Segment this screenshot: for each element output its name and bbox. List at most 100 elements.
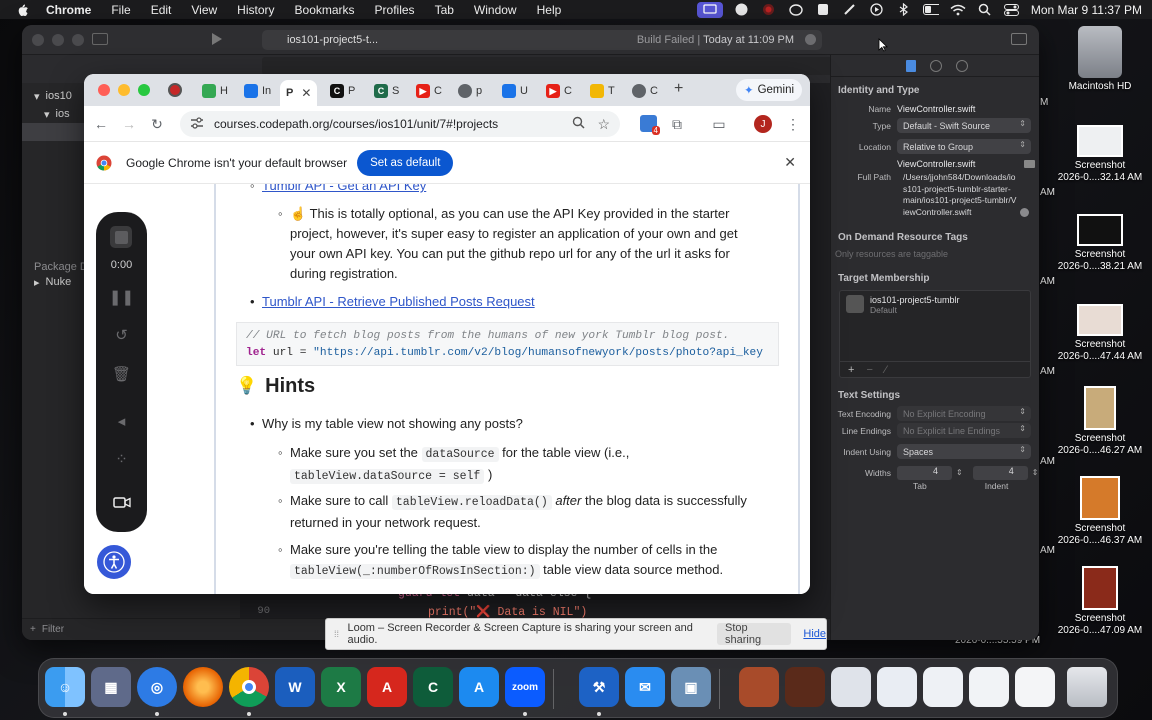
menu-app-name[interactable]: Chrome: [40, 3, 101, 17]
desktop-screenshot-6[interactable]: Screenshot 2026-0....47.09 AM: [1050, 566, 1150, 637]
menu-file[interactable]: File: [101, 3, 140, 17]
close-button[interactable]: [32, 34, 44, 46]
profile-avatar[interactable]: J: [754, 115, 772, 133]
sidebar-toggle-icon[interactable]: [92, 33, 108, 45]
dock-messages-icon[interactable]: ✉: [625, 667, 665, 707]
desktop-screenshot-4[interactable]: Screenshot 2026-0....46.27 AM: [1050, 386, 1150, 457]
folder-icon[interactable]: [1024, 159, 1035, 168]
dock-launchpad-icon[interactable]: ▦: [91, 667, 131, 707]
menu-help[interactable]: Help: [527, 3, 572, 17]
dock-excel-icon[interactable]: X: [321, 667, 361, 707]
tab[interactable]: In: [244, 80, 271, 102]
zoom-button[interactable]: [138, 84, 150, 96]
dock-finder-icon[interactable]: ☺: [45, 667, 85, 707]
name-field[interactable]: ViewController.swift: [897, 104, 1039, 114]
scheme-selector[interactable]: ios101-project5-t...: [262, 34, 378, 46]
screen-share-icon[interactable]: [696, 1, 723, 18]
accessibility-button[interactable]: [95, 543, 133, 581]
restart-button[interactable]: ↺: [96, 326, 147, 344]
drag-handle-icon[interactable]: ⁞⁞: [334, 629, 343, 639]
desktop-macintosh-hd[interactable]: Macintosh HD: [1050, 26, 1150, 93]
menu-view[interactable]: View: [181, 3, 227, 17]
dock-folder-icon[interactable]: [739, 667, 779, 707]
tab[interactable]: ▶ C: [546, 80, 572, 102]
spotlight-search-icon[interactable]: [977, 3, 993, 17]
dock-cursor-icon[interactable]: C: [413, 667, 453, 707]
reveal-arrow-icon[interactable]: [1020, 208, 1029, 217]
bookmark-star-icon[interactable]: ☆: [597, 116, 610, 133]
address-bar[interactable]: courses.codepath.org/courses/ios101/unit…: [180, 111, 620, 137]
tab[interactable]: H: [202, 80, 228, 102]
set-default-button[interactable]: Set as default: [357, 149, 454, 176]
menu-edit[interactable]: Edit: [141, 3, 182, 17]
tab[interactable]: p: [458, 80, 482, 102]
dock-folder-icon[interactable]: [923, 667, 963, 707]
dock-safari-icon[interactable]: ◎: [137, 667, 177, 707]
play-icon[interactable]: [869, 3, 885, 17]
extensions-puzzle-icon[interactable]: ⧉: [668, 115, 686, 133]
url-text[interactable]: courses.codepath.org/courses/ios101/unit…: [214, 117, 498, 131]
dock-folder-icon[interactable]: [831, 667, 871, 707]
line-endings-popup[interactable]: No Explicit Line Endings ⇕: [897, 423, 1031, 438]
tab[interactable]: C S: [374, 80, 399, 102]
wifi-icon[interactable]: [950, 3, 966, 17]
menu-bookmarks[interactable]: Bookmarks: [285, 3, 365, 17]
minimize-button[interactable]: [118, 84, 130, 96]
dock-folder-icon[interactable]: [969, 667, 1009, 707]
dock-word-icon[interactable]: W: [275, 667, 315, 707]
tab[interactable]: U: [502, 80, 528, 102]
target-item[interactable]: ios101-project5-tumblr Default: [840, 291, 1030, 319]
indent-width-stepper[interactable]: ⇕: [1032, 468, 1039, 477]
run-icon[interactable]: [212, 33, 222, 45]
remove-target-icon[interactable]: −: [866, 364, 872, 376]
help-inspector-icon[interactable]: [956, 59, 968, 72]
link-retrieve-posts[interactable]: Tumblr API - Retrieve Published Posts Re…: [262, 294, 535, 309]
bluetooth-icon[interactable]: [896, 3, 912, 17]
hide-link[interactable]: Hide: [803, 628, 826, 640]
record-icon[interactable]: [761, 3, 777, 17]
tab-width-stepper[interactable]: ⇕: [956, 468, 963, 477]
dock-zoom-icon[interactable]: zoom: [505, 667, 545, 707]
zoom-lens-icon[interactable]: [572, 116, 585, 132]
menu-clock[interactable]: Mon Mar 9 11:37 PM: [1031, 3, 1142, 17]
edit-target-icon[interactable]: ⁄: [885, 364, 887, 376]
stop-sharing-button[interactable]: Stop sharing: [717, 622, 792, 646]
draw-button[interactable]: ◂: [96, 412, 147, 430]
record-tab-icon[interactable]: [168, 83, 182, 97]
dock-app-store-icon[interactable]: A: [459, 667, 499, 707]
tab[interactable]: C P: [330, 80, 355, 102]
apple-menu-icon[interactable]: [16, 3, 30, 17]
minimize-button[interactable]: [52, 34, 64, 46]
dock-folder-icon[interactable]: [1015, 667, 1055, 707]
stop-recording-button[interactable]: [110, 226, 132, 248]
dock-xcode-icon[interactable]: ⚒: [579, 667, 619, 707]
code-block[interactable]: // URL to fetch blog posts from the huma…: [236, 322, 779, 366]
indent-width-field[interactable]: 4: [972, 465, 1028, 480]
gemini-button[interactable]: ✦ Gemini: [736, 79, 802, 101]
dock-chrome-icon[interactable]: [229, 667, 269, 707]
extension-icon[interactable]: 4: [640, 115, 660, 135]
desktop-screenshot-2[interactable]: Screenshot 2026-0....38.21 AM: [1050, 214, 1150, 273]
tab[interactable]: ▶ C: [416, 80, 442, 102]
grid-button[interactable]: ⁘: [96, 450, 147, 468]
creative-cloud-icon[interactable]: [788, 3, 804, 17]
history-inspector-icon[interactable]: [930, 59, 942, 72]
menu-window[interactable]: Window: [464, 3, 527, 17]
control-center-icon[interactable]: [1004, 3, 1020, 17]
filter-input[interactable]: Filter: [42, 624, 64, 635]
battery-icon[interactable]: [922, 3, 939, 17]
tab[interactable]: T: [590, 80, 615, 102]
desktop-screenshot-1[interactable]: Screenshot 2026-0....32.14 AM: [1050, 125, 1150, 184]
delete-button[interactable]: 🗑: [96, 365, 147, 383]
file-inspector-icon[interactable]: [906, 59, 916, 72]
forward-button[interactable]: →: [120, 115, 138, 133]
chrome-menu-icon[interactable]: ⋮: [784, 115, 802, 133]
dock-folder-icon[interactable]: [785, 667, 825, 707]
indent-popup[interactable]: Spaces ⇕: [897, 444, 1031, 459]
tool-icon[interactable]: [842, 3, 858, 17]
location-popup[interactable]: Relative to Group ⇕: [897, 139, 1031, 154]
desktop-screenshot-5[interactable]: Screenshot 2026-0....46.37 AM: [1050, 476, 1150, 547]
link-get-api-key[interactable]: Tumblr API - Get an API Key: [262, 184, 426, 193]
tab-active[interactable]: P ✕: [280, 80, 318, 106]
back-button[interactable]: ←: [92, 115, 110, 133]
